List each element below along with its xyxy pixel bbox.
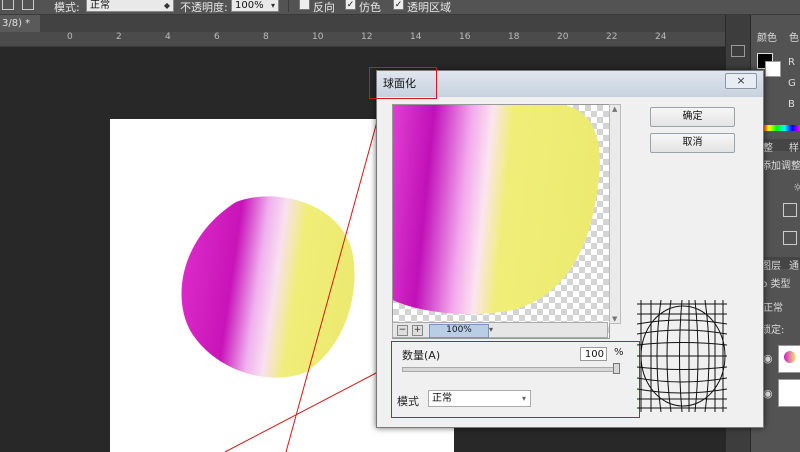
close-button[interactable]: × [725, 73, 757, 89]
swatches-tab[interactable]: 色 [789, 29, 799, 44]
layer-blend-mode[interactable]: 正常 [763, 299, 783, 314]
preview-scrollbar[interactable]: ▲ ▼ [609, 104, 621, 324]
zoom-out-icon[interactable]: − [397, 325, 408, 336]
color-ramp[interactable] [761, 125, 800, 131]
color-balance-icon[interactable] [783, 231, 797, 245]
scroll-down-icon[interactable]: ▼ [612, 315, 617, 323]
dialog-titlebar[interactable]: 球面化 × [369, 67, 763, 99]
scroll-up-icon[interactable]: ▲ [612, 105, 617, 113]
amount-label: 数量(A) [402, 349, 441, 362]
close-icon: × [736, 74, 746, 87]
zoom-dropdown-icon[interactable]: ▾ [489, 325, 493, 334]
color-tab[interactable]: 颜色 [757, 29, 777, 44]
zoom-level[interactable]: 100% [429, 324, 489, 338]
add-adjustment-label: 添加调整 [761, 161, 800, 172]
styles-tab[interactable]: 样 [789, 139, 799, 154]
zoom-bar: − + 100% ▾ [392, 322, 608, 338]
r-label: R [788, 57, 795, 68]
zoom-level-value: 100% [446, 325, 472, 335]
layers-tab[interactable]: 图层 [761, 257, 781, 272]
brightness-icon[interactable]: ☼ [793, 181, 800, 194]
lock-label: 锁定: [761, 325, 785, 336]
cancel-button[interactable]: 取消 [650, 133, 735, 153]
amount-slider-track[interactable] [402, 367, 619, 372]
layer-thumbnail[interactable] [778, 345, 800, 373]
amount-slider-thumb[interactable] [613, 363, 620, 374]
spherize-dialog: 球面化 × ▲ ▼ − + 100% ▾ 确定 取消 数量(A) 100 % 模… [369, 67, 764, 428]
amount-input[interactable]: 100 [580, 347, 607, 361]
preview-image [393, 105, 609, 338]
levels-icon[interactable] [783, 203, 797, 217]
eye-icon[interactable]: ◉ [763, 387, 773, 400]
mode-select[interactable]: 正常 ▾ [428, 390, 531, 407]
mode-label: 模式 [397, 395, 419, 408]
channels-tab[interactable]: 通 [789, 257, 799, 272]
mode-select-value: 正常 [432, 393, 452, 404]
title-highlight-box [369, 67, 437, 99]
ok-button[interactable]: 确定 [650, 107, 735, 127]
background-layer-thumbnail[interactable] [778, 379, 800, 407]
spherize-grid-icon [637, 300, 727, 412]
history-icon[interactable] [731, 45, 745, 57]
zoom-in-icon[interactable]: + [412, 325, 423, 336]
adjustments-tab[interactable]: 整 [763, 139, 773, 154]
layer-kind-filter[interactable]: ρ 类型 [761, 275, 791, 290]
eye-icon[interactable]: ◉ [763, 352, 773, 365]
amount-unit: % [614, 347, 624, 358]
g-label: G [788, 78, 796, 89]
background-color-swatch[interactable] [765, 61, 781, 77]
b-label: B [788, 99, 795, 110]
filter-preview[interactable] [392, 104, 610, 339]
dropdown-arrow-icon: ▾ [521, 394, 526, 403]
